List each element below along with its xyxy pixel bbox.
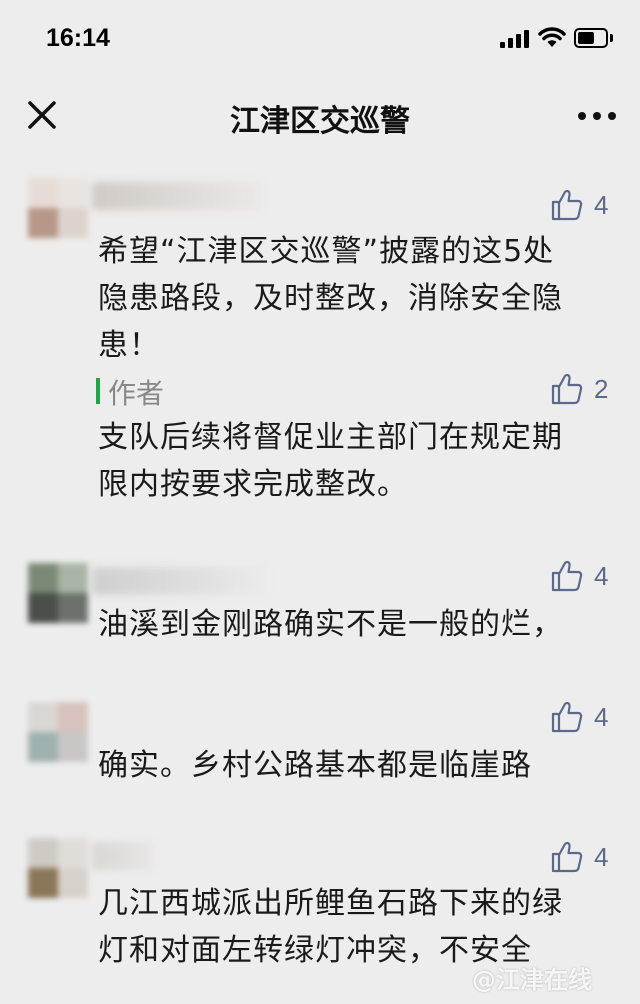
wifi-icon xyxy=(538,27,566,47)
thumbs-up-icon xyxy=(551,373,583,405)
avatar[interactable] xyxy=(28,563,88,623)
author-label: 作者 xyxy=(108,377,165,410)
status-bar: 16:14 xyxy=(0,0,640,80)
thumbs-up-icon xyxy=(551,189,583,221)
avatar[interactable] xyxy=(28,838,88,898)
reply-line: 支队后续将督促业主部门在规定期 xyxy=(98,420,563,455)
more-icon[interactable] xyxy=(578,112,618,120)
watermark: @江津在线 xyxy=(472,966,592,994)
username-blurred xyxy=(92,182,262,210)
reply-like-button[interactable]: 2 xyxy=(550,372,620,406)
comment-line: 希望“江津区交巡警”披露的这5处 xyxy=(98,234,555,269)
thumbs-up-icon xyxy=(551,701,583,733)
like-count: 4 xyxy=(594,190,609,220)
like-count: 4 xyxy=(594,561,609,591)
avatar[interactable] xyxy=(28,178,88,238)
like-count: 4 xyxy=(594,702,609,732)
comment-text: 确实。乡村公路基本都是临崖路 xyxy=(98,742,608,789)
comment-line: 油溪到金刚路确实不是一般的烂， xyxy=(98,607,563,642)
username-blurred xyxy=(92,842,152,870)
comment-line: 几江西城派出所鲤鱼石路下来的绿 xyxy=(98,886,563,921)
page-title: 江津区交巡警 xyxy=(230,104,410,139)
reply-line: 限内按要求完成整改。 xyxy=(98,467,408,502)
author-reply-marker xyxy=(96,378,100,404)
like-button[interactable]: 4 xyxy=(550,559,620,593)
comment-text: 油溪到金刚路确实不是一般的烂， xyxy=(98,601,608,648)
like-button[interactable]: 4 xyxy=(550,840,620,874)
reply-text: 支队后续将督促业主部门在规定期 限内按要求完成整改。 xyxy=(98,414,608,508)
thumbs-up-icon xyxy=(551,560,583,592)
like-button[interactable]: 4 xyxy=(550,700,620,734)
like-count: 4 xyxy=(594,842,609,872)
comment-text: 希望“江津区交巡警”披露的这5处 隐患路段，及时整改，消除安全隐 患！ xyxy=(98,228,608,369)
thumbs-up-icon xyxy=(551,841,583,873)
battery-icon xyxy=(574,28,614,48)
comment-line: 患！ xyxy=(98,328,160,363)
avatar[interactable] xyxy=(28,702,88,762)
comment-line: 确实。乡村公路基本都是临崖路 xyxy=(98,748,532,783)
comment-line: 隐患路段，及时整改，消除安全隐 xyxy=(98,281,563,316)
comment-item: 4 油溪到金刚路确实不是一般的烂， xyxy=(0,545,640,675)
like-button[interactable]: 4 xyxy=(550,188,620,222)
signal-icon xyxy=(500,30,530,48)
like-count: 2 xyxy=(594,374,609,404)
username-blurred xyxy=(92,567,267,595)
comment-item: 4 希望“江津区交巡警”披露的这5处 隐患路段，及时整改，消除安全隐 患！ 作者… xyxy=(0,150,640,540)
status-time: 16:14 xyxy=(46,24,110,52)
nav-bar: 江津区交巡警 xyxy=(0,80,640,150)
comment-item: 4 确实。乡村公路基本都是临崖路 xyxy=(0,688,640,818)
